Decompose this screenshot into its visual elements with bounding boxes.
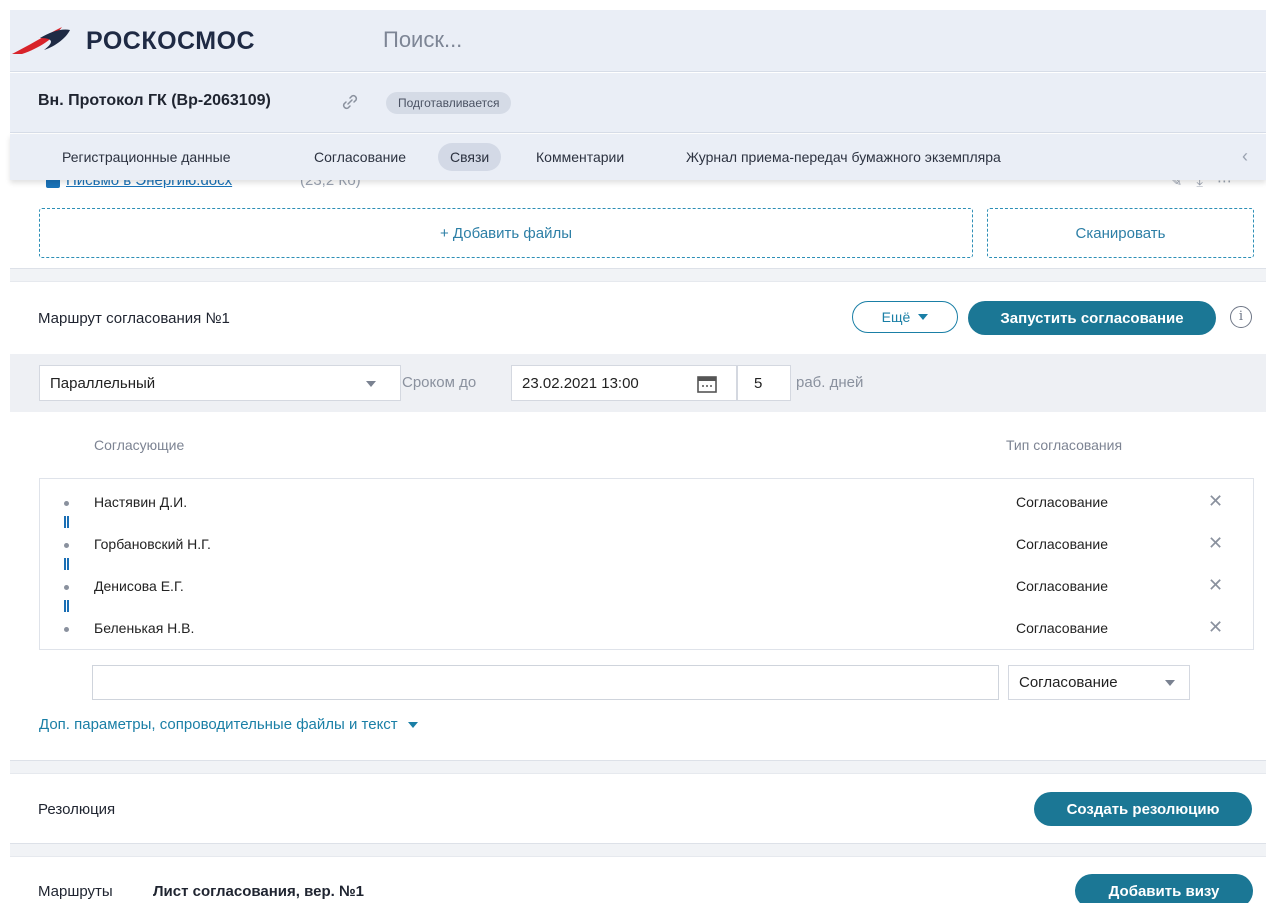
approver-type: Согласование (1016, 578, 1108, 594)
resolution-title: Резолюция (38, 801, 116, 818)
approver-name: Настявин Д.И. (94, 494, 188, 510)
approver-name: Беленькая Н.В. (94, 620, 195, 636)
work-days-input[interactable]: 5 (737, 365, 791, 401)
section-divider (10, 760, 1266, 774)
add-visa-button[interactable]: Добавить визу (1075, 874, 1253, 903)
work-days-label: раб. дней (796, 374, 864, 391)
route-params-band: Параллельный Сроком до 23.02.2021 13:00 … (10, 354, 1266, 412)
caret-down-icon (1165, 680, 1175, 686)
caret-down-icon (918, 314, 929, 320)
link-icon[interactable] (340, 92, 360, 112)
approver-type: Согласование (1016, 620, 1108, 636)
routes-label: Маршруты (38, 883, 113, 900)
caret-down-icon (407, 721, 418, 728)
caret-down-icon (366, 381, 376, 387)
remove-approver-icon[interactable]: ✕ (1208, 617, 1223, 638)
list-bullet (64, 543, 69, 548)
tab-paper-journal[interactable]: Журнал приема-передач бумажного экземпля… (674, 143, 1013, 171)
approvers-column-header: Согласующие (94, 437, 185, 453)
top-bar: РОСКОСМОС Поиск... (10, 10, 1266, 72)
deadline-label: Сроком до (402, 374, 477, 391)
approvers-list: Настявин Д.И. Согласование ✕ Горбановски… (39, 478, 1254, 650)
list-bullet (64, 501, 69, 506)
remove-approver-icon[interactable]: ✕ (1208, 491, 1223, 512)
start-approval-button[interactable]: Запустить согласование (968, 301, 1216, 335)
tab-links[interactable]: Связи (438, 143, 502, 171)
create-resolution-button[interactable]: Создать резолюцию (1034, 792, 1252, 826)
tab-approval[interactable]: Согласование (302, 143, 418, 171)
approval-type-column-header: Тип согласования (1006, 437, 1123, 453)
rocket-logo-icon (12, 27, 70, 54)
new-approval-type-value: Согласование (1019, 674, 1118, 691)
search-input[interactable]: Поиск... (383, 27, 462, 53)
extra-params-label: Доп. параметры, сопроводительные файлы и… (39, 716, 398, 733)
list-bullet (64, 585, 69, 590)
work-days-value: 5 (754, 374, 763, 392)
extra-params-link[interactable]: Доп. параметры, сопроводительные файлы и… (39, 716, 418, 733)
page: Письмо в Энергию.docx (23,2 Кб) ✎⤓⋯ РОСК… (0, 0, 1266, 903)
add-files-button[interactable]: + Добавить файлы (39, 208, 973, 258)
route-mode-select[interactable]: Параллельный (39, 365, 401, 401)
document-title: Вн. Протокол ГК (Вр-2063109) (38, 92, 271, 109)
parallel-mark-icon (64, 600, 69, 612)
tab-registration[interactable]: Регистрационные данные (50, 143, 243, 171)
parallel-mark-icon (64, 516, 69, 528)
more-dropdown-button[interactable]: Ещё (852, 301, 958, 333)
remove-approver-icon[interactable]: ✕ (1208, 533, 1223, 554)
approval-sheet-version[interactable]: Лист согласования, вер. №1 (153, 883, 364, 900)
add-approver-input[interactable] (92, 665, 999, 700)
calendar-icon[interactable] (696, 374, 718, 394)
chevron-left-icon[interactable]: ‹ (1242, 146, 1248, 167)
document-bar: Вн. Протокол ГК (Вр-2063109) Подготавлив… (10, 73, 1266, 133)
approver-type: Согласование (1016, 536, 1108, 552)
route-mode-value: Параллельный (50, 374, 156, 392)
route-title: Маршрут согласования №1 (38, 310, 230, 327)
brand-name: РОСКОСМОС (86, 26, 256, 55)
section-divider (10, 268, 1266, 282)
tabs-bar: Регистрационные данные Согласование Связ… (10, 134, 1266, 180)
roscosmos-logo[interactable]: РОСКОСМОС (10, 24, 255, 58)
scan-button[interactable]: Сканировать (987, 208, 1254, 258)
approver-type: Согласование (1016, 494, 1108, 510)
tab-comments[interactable]: Комментарии (524, 143, 636, 171)
status-badge: Подготавливается (386, 92, 512, 114)
info-icon[interactable]: i (1230, 306, 1252, 328)
deadline-value: 23.02.2021 13:00 (522, 374, 639, 392)
more-label: Ещё (881, 309, 911, 325)
new-approval-type-select[interactable]: Согласование (1008, 665, 1190, 700)
deadline-input[interactable]: 23.02.2021 13:00 (511, 365, 737, 401)
parallel-mark-icon (64, 558, 69, 570)
approver-name: Горбановский Н.Г. (94, 536, 211, 552)
approver-name: Денисова Е.Г. (94, 578, 184, 594)
remove-approver-icon[interactable]: ✕ (1208, 575, 1223, 596)
section-divider (10, 843, 1266, 857)
list-bullet (64, 627, 69, 632)
